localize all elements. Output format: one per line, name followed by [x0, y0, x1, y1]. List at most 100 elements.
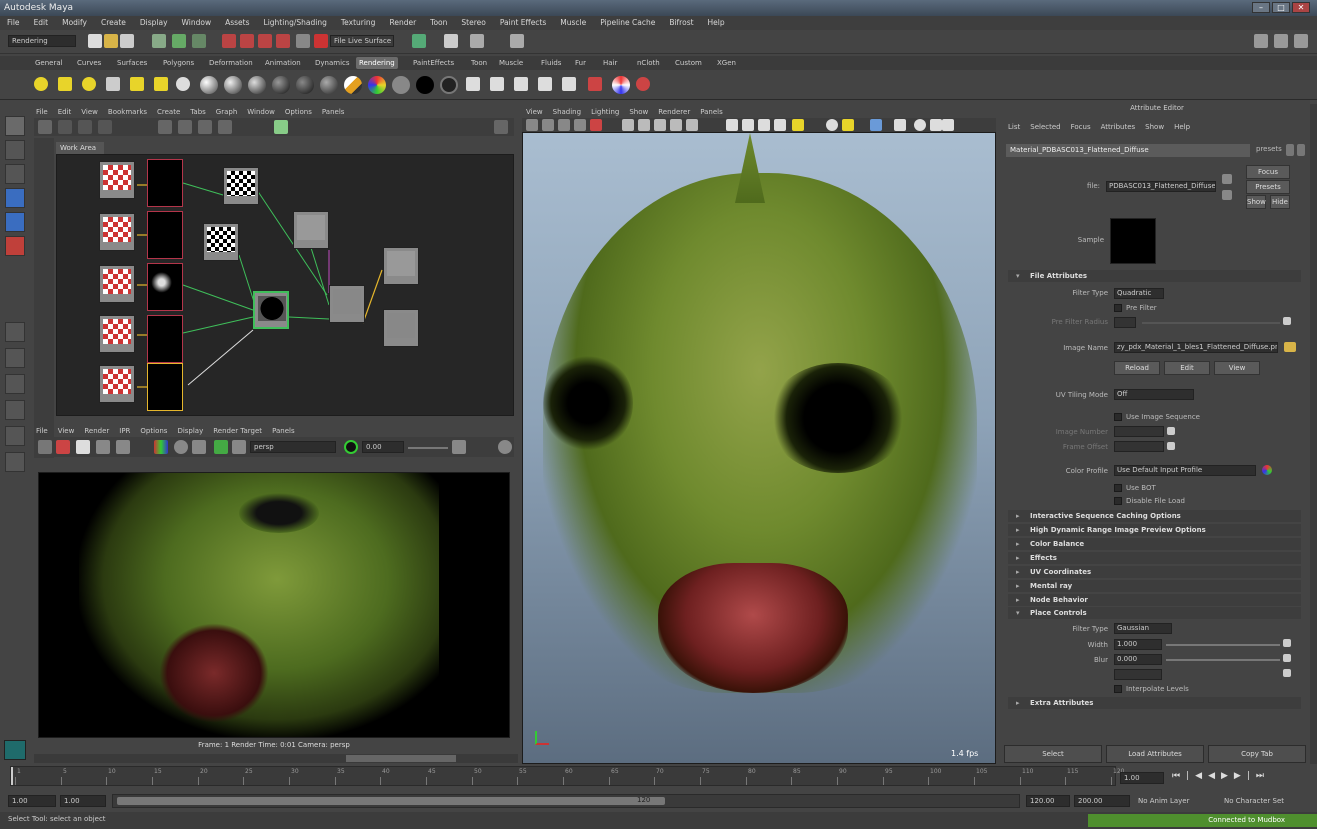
pre-filter-radius-field[interactable] [1114, 317, 1136, 328]
menu-edit[interactable]: Edit [27, 16, 56, 30]
current-time-field[interactable]: 1.00 [1120, 772, 1164, 784]
character-set-dropdown[interactable]: No Character Set [1224, 797, 1284, 805]
bookmark-icon[interactable] [558, 119, 570, 131]
attribute-editor-toggle-icon[interactable] [470, 34, 484, 48]
show-attributes-icon[interactable] [1286, 144, 1294, 156]
current-time-marker[interactable] [11, 767, 13, 785]
exposure-slider[interactable] [408, 447, 448, 449]
ae-menu-list[interactable]: List [1008, 123, 1020, 131]
blur-map-icon[interactable] [1283, 654, 1291, 662]
use-bot-checkbox[interactable] [1114, 484, 1122, 492]
gate-mask-icon[interactable] [930, 119, 942, 131]
vp-menu-show[interactable]: Show [629, 108, 648, 116]
wireframe-on-shaded-icon[interactable] [654, 119, 666, 131]
depth-of-field-icon[interactable] [792, 119, 804, 131]
hs-layout-icon-3[interactable] [98, 120, 112, 134]
menu-create[interactable]: Create [94, 16, 133, 30]
scale-tool-icon[interactable] [5, 236, 25, 256]
xray-joints-icon[interactable] [870, 119, 882, 131]
toggle-tool-settings-icon[interactable] [1274, 34, 1288, 48]
texture-swatch-node[interactable] [147, 315, 183, 363]
rv-menu-render[interactable]: Render [84, 427, 109, 435]
section-file-attributes[interactable]: File Attributes [1008, 270, 1301, 282]
shading-map-icon[interactable] [368, 76, 386, 94]
range-slider-handle[interactable] [117, 797, 665, 805]
node-tab[interactable]: Material_PDBASC013_Flattened_Diffuse [1006, 144, 1250, 157]
hide-attributes-icon[interactable] [1297, 144, 1305, 156]
open-scene-icon[interactable] [104, 34, 118, 48]
toon-shader-icon[interactable] [440, 76, 458, 94]
select-camera-icon[interactable] [526, 119, 538, 131]
area-light-icon[interactable] [82, 77, 96, 91]
section-hdr-preview[interactable]: High Dynamic Range Image Preview Options [1008, 524, 1301, 536]
uv-tiling-dropdown[interactable]: Off [1114, 389, 1194, 400]
render-view-window-icon[interactable] [514, 77, 528, 91]
menu-modify[interactable]: Modify [55, 16, 94, 30]
new-scene-icon[interactable] [88, 34, 102, 48]
close-button[interactable]: ✕ [1292, 2, 1310, 13]
camera-pan-icon[interactable] [942, 119, 954, 131]
pre-filter-map-icon[interactable] [1283, 317, 1291, 325]
shelf-tab-fluids[interactable]: Fluids [538, 57, 564, 69]
focus-output-icon[interactable] [1222, 190, 1232, 200]
perspective-viewport[interactable]: 1.4 fps [522, 132, 996, 764]
vp-menu-shading[interactable]: Shading [553, 108, 581, 116]
hs-menu-edit[interactable]: Edit [58, 108, 72, 116]
shelf-tab-dynamics[interactable]: Dynamics [312, 57, 353, 69]
hide-button[interactable]: Hide [1270, 195, 1290, 209]
shelf-tab-custom[interactable]: Custom [672, 57, 705, 69]
menu-toon[interactable]: Toon [423, 16, 454, 30]
paint-select-tool-icon[interactable] [5, 164, 25, 184]
shelf-tab-hair[interactable]: Hair [600, 57, 620, 69]
hs-layout-icon-1[interactable] [58, 120, 72, 134]
width-map-icon[interactable] [1283, 639, 1291, 647]
anim-layer-dropdown[interactable]: No Anim Layer [1138, 797, 1189, 805]
shelf-tab-muscle[interactable]: Muscle [496, 57, 526, 69]
ae-menu-show[interactable]: Show [1145, 123, 1164, 131]
grid-icon[interactable] [894, 119, 906, 131]
menu-paint-effects[interactable]: Paint Effects [493, 16, 553, 30]
ipr-render-icon[interactable] [412, 34, 426, 48]
pre-filter-radius-slider[interactable] [1142, 322, 1280, 324]
menu-assets[interactable]: Assets [218, 16, 256, 30]
xray-icon[interactable] [842, 119, 854, 131]
rv-menu-ipr[interactable]: IPR [119, 427, 130, 435]
hs-rearrange-icon[interactable] [274, 120, 288, 134]
motion-blur-icon[interactable] [758, 119, 770, 131]
render-current-icon[interactable] [314, 34, 328, 48]
shelf-tab-animation[interactable]: Animation [262, 57, 304, 69]
end-time-field[interactable]: 200.00 [1074, 795, 1130, 807]
presets-button[interactable]: Presets [1246, 180, 1290, 194]
toggle-sidebar-icon[interactable] [1254, 34, 1268, 48]
hs-menu-tabs[interactable]: Tabs [190, 108, 206, 116]
checker-node[interactable] [203, 223, 239, 261]
smooth-shade-icon[interactable] [638, 119, 650, 131]
screen-space-ao-icon[interactable] [742, 119, 754, 131]
remove-image-icon[interactable] [232, 440, 246, 454]
pc-filter-type-dropdown[interactable]: Gaussian [1114, 623, 1172, 634]
ae-menu-focus[interactable]: Focus [1071, 123, 1091, 131]
real-size-icon[interactable] [192, 440, 206, 454]
hs-clear-graph-icon[interactable] [218, 120, 232, 134]
vp-menu-panels[interactable]: Panels [700, 108, 723, 116]
texture-node[interactable] [99, 161, 135, 199]
shelf-tab-curves[interactable]: Curves [74, 57, 104, 69]
time-slider[interactable]: 1 5 10 15 20 25 30 35 40 45 50 55 60 65 70 75 80 85 90 95 10… [10, 766, 1124, 786]
render-layer-icon[interactable] [562, 77, 576, 91]
lasso-tool-icon[interactable] [5, 140, 25, 160]
use-all-lights-icon[interactable] [686, 119, 698, 131]
use-image-sequence-checkbox[interactable] [1114, 413, 1122, 421]
go-to-end-icon[interactable]: ⏭ [1256, 771, 1270, 781]
section-interactive-caching[interactable]: Interactive Sequence Caching Options [1008, 510, 1301, 522]
vp-menu-renderer[interactable]: Renderer [658, 108, 690, 116]
range-slider[interactable]: 120 [112, 794, 1020, 808]
hs-graph-icon[interactable] [38, 120, 52, 134]
focus-button[interactable]: Focus [1246, 165, 1290, 179]
shelf-tab-painteffects[interactable]: PaintEffects [410, 57, 457, 69]
layered-shader-icon[interactable] [320, 76, 338, 94]
rv-menu-options[interactable]: Options [140, 427, 167, 435]
section-extra-attributes[interactable]: Extra Attributes [1008, 697, 1301, 709]
select-object-icon[interactable] [172, 34, 186, 48]
frame-offset-field[interactable] [1114, 441, 1164, 452]
work-area-tab[interactable]: Work Area [56, 142, 104, 154]
